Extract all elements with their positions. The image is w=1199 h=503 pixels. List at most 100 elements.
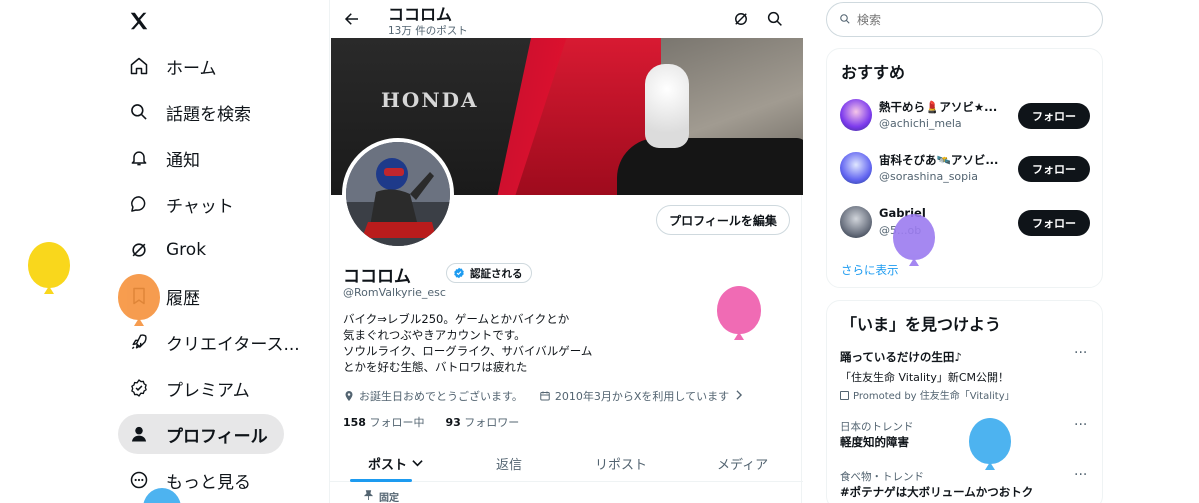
tab-label: 返信 [496, 457, 523, 473]
sidebar-item-premium[interactable]: プレミアム [118, 368, 266, 408]
bio-line: ソウルライク、ローグライク、サバイバルゲーム [343, 344, 593, 358]
location-pin-icon [343, 390, 355, 402]
user-handle: @sorashina_sopia [879, 170, 978, 183]
profile-name: ココロム [343, 267, 411, 287]
joined-date: 2010年3月からXを利用しています [554, 390, 730, 403]
tab-replies[interactable]: 返信 [496, 444, 522, 482]
promoted-text: Promoted by 住友生命「Vitality」 [853, 391, 1015, 402]
followers-link[interactable]: 93 フォロワー [445, 416, 519, 429]
more-circle-icon [128, 469, 150, 491]
profile-avatar[interactable] [342, 138, 454, 250]
tab-label: メディア [717, 457, 769, 473]
sidebar-item-label: Grok [166, 240, 207, 260]
followers-label: フォロワー [464, 416, 520, 429]
trends-title: 「いま」を見つけよう [841, 315, 1002, 334]
sidebar-item-notifications[interactable]: 通知 [118, 138, 216, 178]
pinned-indicator: 固定 [363, 489, 399, 503]
sidebar-item-grok[interactable]: Grok [118, 230, 222, 270]
balloon-decoration [717, 286, 761, 334]
trend-headline: #ポテナゲは大ボリュームかつおトク [840, 485, 1034, 499]
more-options-icon[interactable]: ··· [1074, 467, 1087, 483]
trend-headline: 軽度知的障害 [840, 435, 909, 449]
recommend-user[interactable]: Gabriel @5...ob フォロー [827, 202, 1104, 242]
following-link[interactable]: 158 フォロー中 [343, 416, 424, 429]
calendar-icon [539, 390, 551, 402]
sidebar-item-creator-studio[interactable]: クリエイタース... [118, 322, 316, 362]
user-handle: @achichi_mela [879, 117, 962, 130]
avatar [840, 99, 872, 131]
banner-brand-text: HONDA [381, 88, 479, 112]
chevron-right-icon[interactable] [735, 389, 743, 403]
search-input[interactable] [857, 12, 1077, 27]
avatar [840, 206, 872, 238]
verify-label: 認証される [470, 267, 523, 280]
edit-profile-button[interactable]: プロフィールを編集 [656, 205, 790, 235]
profile-column: ココロム 13万 件のポスト HONDA プロフィールを編集 ココロム 認証され… [329, 0, 803, 503]
trend-category: 食べ物・トレンド [840, 471, 924, 483]
grok-icon [128, 239, 150, 261]
search-box[interactable] [826, 2, 1103, 37]
recommend-user[interactable]: 熱干めら💄アソビ★... @achichi_mela フォロー [827, 95, 1104, 135]
avatar [840, 152, 872, 184]
user-name: 宙科そびあ🛰️アソビ... [879, 153, 999, 167]
sidebar-item-label: 履歴 [166, 288, 200, 309]
follow-button[interactable]: フォロー [1018, 210, 1090, 236]
trend-description: 「住友生命 Vitality」新CM公開！ [840, 371, 1009, 384]
back-arrow-icon[interactable] [340, 7, 364, 31]
tab-posts[interactable]: ポスト [368, 444, 423, 482]
sidebar-item-label: プレミアム [166, 380, 250, 401]
verified-badge-icon [453, 267, 465, 279]
promoted-label: Promoted by 住友生命「Vitality」 [840, 387, 1015, 402]
sidebar-item-explore[interactable]: 話題を検索 [118, 92, 267, 132]
followers-count: 93 [445, 416, 461, 429]
bio-line: とかを好む生態、バトロワは疲れた [343, 360, 528, 374]
trend-category: 日本のトレンド [840, 421, 914, 433]
balloon-decoration [28, 242, 70, 288]
sidebar-item-profile[interactable]: プロフィール [118, 414, 284, 454]
chevron-down-icon [412, 456, 423, 471]
bio-line: 気まぐれつぶやきアカウントです。 [343, 328, 526, 342]
more-options-icon[interactable]: ··· [1074, 417, 1087, 433]
sidebar-item-chat[interactable]: チャット [118, 184, 250, 224]
person-icon [128, 423, 150, 445]
bio-line: バイク⇒レブル250。ゲームとかバイクとか [343, 312, 570, 326]
x-logo-icon[interactable] [124, 6, 154, 36]
verified-badge-icon [128, 377, 150, 399]
following-count: 158 [343, 416, 366, 429]
tab-label: リポスト [595, 457, 648, 473]
rocket-icon [128, 331, 150, 353]
birthday-text: お誕生日おめでとうございます。 [359, 390, 523, 403]
recommend-user[interactable]: 宙科そびあ🛰️アソビ... @sorashina_sopia フォロー [827, 148, 1104, 188]
sidebar-item-label: もっと見る [166, 472, 251, 493]
follow-stats: 158 フォロー中 93 フォロワー [343, 414, 519, 430]
promoted-icon [840, 391, 849, 400]
profile-tabs: ポスト 返信 リポスト メディア [330, 444, 803, 482]
sidebar-item-home[interactable]: ホーム [118, 46, 233, 86]
home-icon [128, 55, 150, 77]
profile-meta: お誕生日おめでとうございます。 2010年3月からXを利用しています [343, 388, 743, 404]
balloon-decoration [118, 274, 160, 320]
grok-icon[interactable] [730, 8, 752, 30]
tab-reposts[interactable]: リポスト [595, 444, 647, 482]
pinned-label: 固定 [379, 493, 399, 503]
chat-bubble-icon [128, 193, 150, 215]
get-verified-button[interactable]: 認証される [446, 263, 532, 283]
balloon-decoration [969, 418, 1011, 464]
follow-button[interactable]: フォロー [1018, 103, 1090, 129]
balloon-decoration [893, 214, 935, 260]
show-more-link[interactable]: さらに表示 [841, 262, 899, 278]
profile-bio: バイク⇒レブル250。ゲームとかバイクとか 気まぐれつぶやきアカウントです。 ソ… [343, 311, 592, 375]
motorcycle-mirror [617, 138, 803, 195]
sidebar-item-label: 話題を検索 [166, 104, 251, 125]
active-tab-indicator [350, 479, 412, 482]
user-name: 熱干めら💄アソビ★... [879, 100, 998, 114]
search-icon [128, 101, 150, 123]
bell-icon [128, 147, 150, 169]
cat-figurine [645, 64, 689, 148]
follow-button[interactable]: フォロー [1018, 156, 1090, 182]
tab-media[interactable]: メディア [717, 444, 768, 482]
sidebar-item-more[interactable]: もっと見る [118, 460, 267, 500]
more-options-icon[interactable]: ··· [1074, 345, 1087, 361]
search-icon[interactable] [764, 8, 786, 30]
sidebar-item-label: チャット [166, 196, 234, 217]
